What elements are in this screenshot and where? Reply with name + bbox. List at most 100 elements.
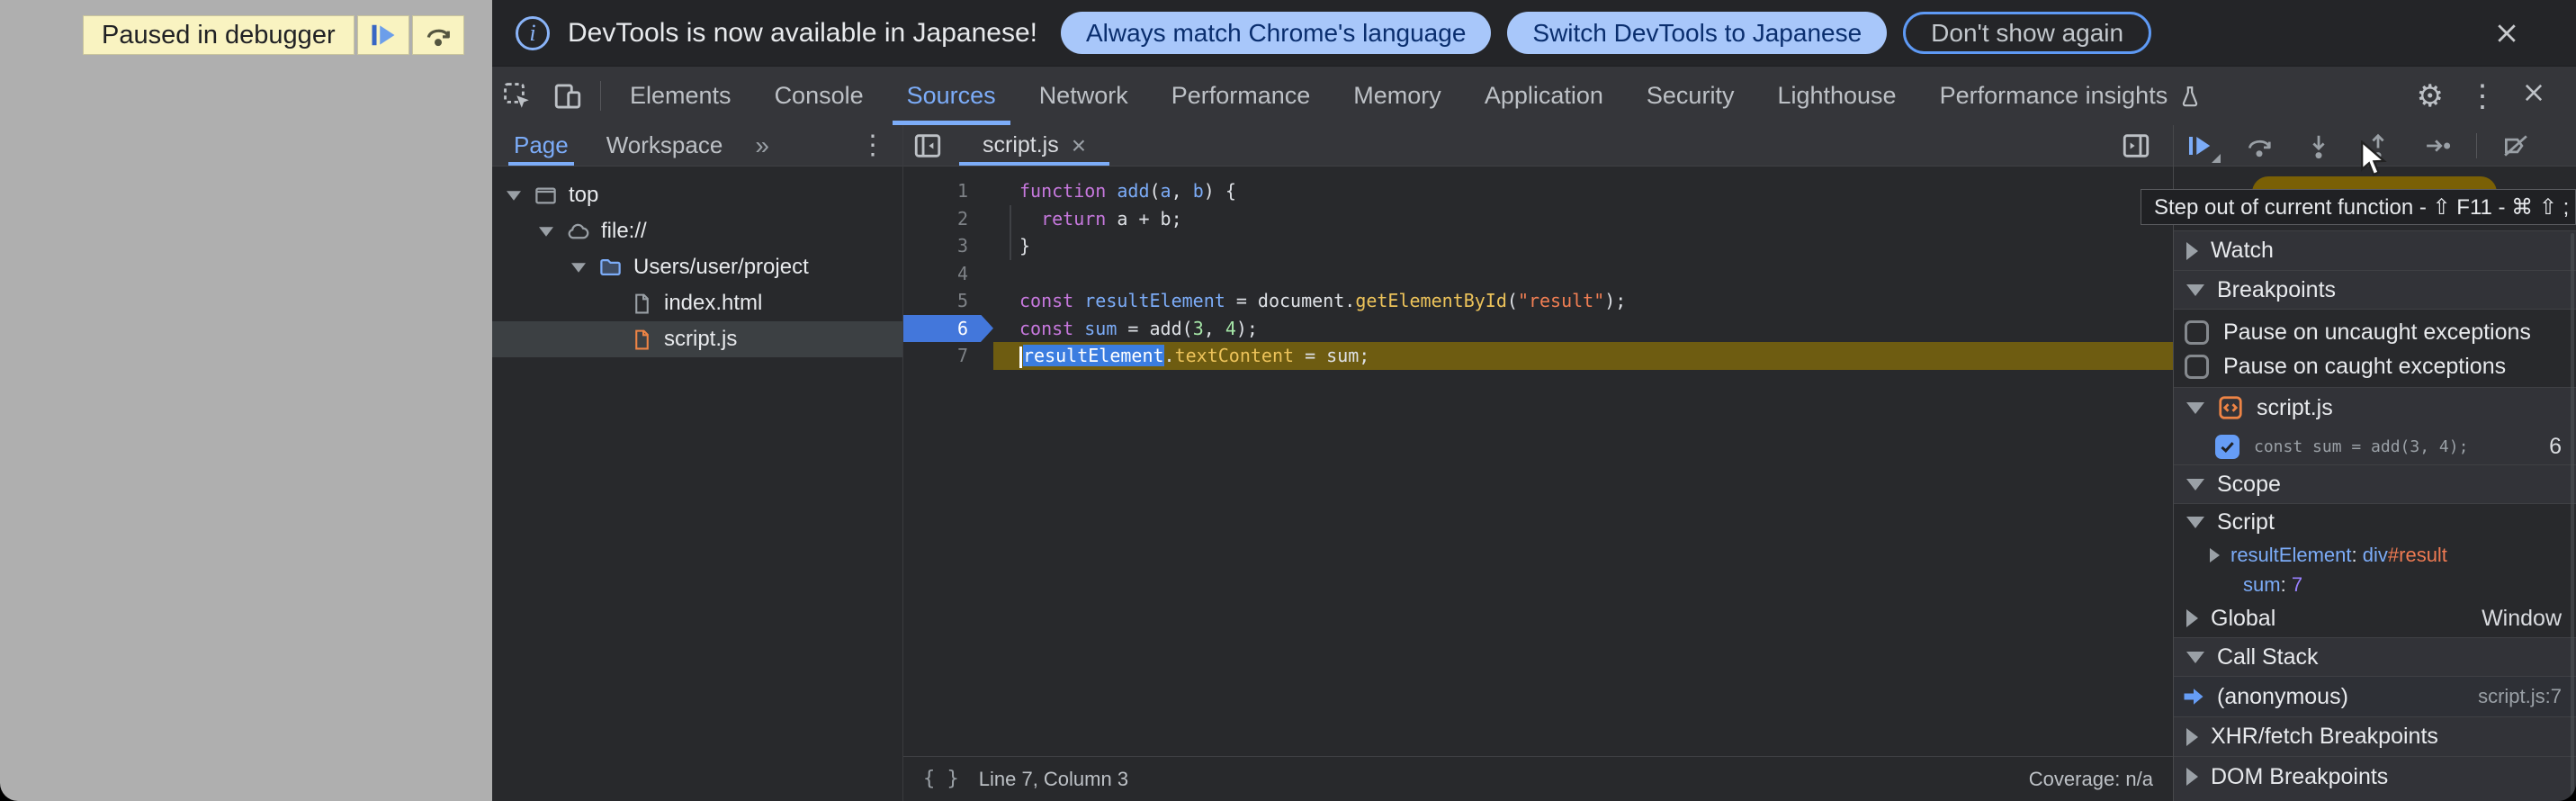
tab-application[interactable]: Application [1463, 67, 1625, 125]
resume-script-button[interactable] [2186, 132, 2213, 159]
scope-global-row[interactable]: Global Window [2174, 599, 2576, 637]
pause-uncaught-label: Pause on uncaught exceptions [2223, 320, 2531, 346]
folder-icon [598, 256, 623, 280]
watch-section-header[interactable]: Watch [2174, 230, 2576, 270]
code-token: a [1161, 180, 1171, 202]
tab-label: Security [1647, 82, 1735, 110]
debugger-sidebar: Watch Breakpoints Pause on uncaught exce… [2173, 125, 2576, 801]
switch-devtools-japanese-button[interactable]: Switch DevTools to Japanese [1507, 12, 1887, 54]
tab-console[interactable]: Console [753, 67, 885, 125]
device-toolbar-button[interactable] [543, 67, 593, 125]
dom-breakpoints-section-header[interactable]: DOM Breakpoints [2174, 756, 2576, 801]
scope-section-header[interactable]: Scope [2174, 464, 2576, 504]
chevron-down-icon [2186, 284, 2204, 296]
tab-label: Elements [630, 82, 732, 110]
indent-guide [1010, 205, 1011, 260]
scope-script-row[interactable]: Script [2174, 504, 2576, 540]
sidebar-scrollbar[interactable] [2571, 233, 2574, 796]
call-stack-section-header[interactable]: Call Stack [2174, 637, 2576, 677]
checkbox-unchecked[interactable] [2185, 355, 2209, 379]
infobar-close-button[interactable] [2493, 20, 2520, 47]
breakpoint-marker-line-6[interactable]: 6 [903, 315, 993, 343]
checkbox-unchecked[interactable] [2185, 320, 2209, 345]
code-line-text[interactable]: const resultElement = document.getElemen… [993, 287, 2173, 315]
navigator-more-menu-icon[interactable]: ⋮ [859, 130, 886, 161]
navigator-tab-page[interactable]: Page [508, 125, 574, 166]
code-editor[interactable]: 1function add(a, b) {2 return a + b;3}45… [903, 166, 2173, 756]
toggle-navigator-button[interactable] [912, 130, 943, 161]
code-token: sum [1084, 318, 1117, 339]
text-caret [1019, 346, 1022, 368]
variable-resultElement-row[interactable]: resultElement: div#result [2174, 540, 2576, 570]
line-number-7[interactable]: 7 [903, 342, 993, 370]
breakpoint-file-row[interactable]: script.js [2174, 388, 2576, 428]
tab-security[interactable]: Security [1625, 67, 1756, 125]
tab-sources[interactable]: Sources [885, 67, 1018, 125]
file-tab-scriptjs[interactable]: script.js × [956, 125, 1113, 166]
line-number-5[interactable]: 5 [903, 287, 993, 315]
variable-sum-row[interactable]: sum: 7 [2174, 570, 2576, 599]
devtools-close-button[interactable] [2509, 78, 2558, 113]
tab-memory[interactable]: Memory [1332, 67, 1463, 125]
tab-network[interactable]: Network [1018, 67, 1150, 125]
tree-item-file[interactable]: file:// [492, 213, 902, 249]
editor-pane: script.js × 1function add(a, b) {2 retur… [903, 125, 2173, 801]
divider [600, 81, 601, 111]
chevron-down-icon[interactable] [571, 263, 586, 272]
pause-caught-exceptions-row[interactable]: Pause on caught exceptions [2174, 349, 2576, 383]
inspect-element-button[interactable] [492, 67, 543, 125]
pause-uncaught-exceptions-row[interactable]: Pause on uncaught exceptions [2174, 315, 2576, 349]
line-number-1[interactable]: 1 [903, 177, 993, 205]
more-options-icon[interactable]: ⋮ [2455, 78, 2509, 114]
tree-item-users-user-project[interactable]: Users/user/project [492, 249, 902, 285]
breakpoints-section-header[interactable]: Breakpoints [2174, 270, 2576, 310]
tabbar-right-controls: ⚙ ⋮ [2390, 67, 2576, 125]
banner-resume-button[interactable] [357, 15, 409, 55]
chevron-down-icon[interactable] [539, 227, 553, 236]
banner-step-over-button[interactable] [412, 15, 464, 55]
navigator-tab-workspace[interactable]: Workspace [601, 125, 729, 166]
step-button[interactable] [2424, 132, 2451, 159]
settings-gear-icon[interactable]: ⚙ [2405, 78, 2455, 114]
tree-item-label: top [569, 183, 598, 208]
step-out-tooltip: Step out of current function - ⇧ F11 - ⌘… [2141, 189, 2576, 225]
code-line-text[interactable]: resultElement.textContent = sum; [993, 342, 2173, 370]
tab-performance[interactable]: Performance [1150, 67, 1333, 125]
code-token: . [1164, 345, 1175, 366]
navigator-overflow-chevrons[interactable]: » [755, 131, 769, 160]
line-number-3[interactable]: 3 [903, 232, 993, 260]
file-tab-close-icon[interactable]: × [1072, 131, 1086, 160]
code-line-text[interactable]: function add(a, b) { [993, 177, 2173, 205]
call-stack-frame-row[interactable]: (anonymous) script.js:7 [2174, 677, 2576, 716]
tab-elements[interactable]: Elements [608, 67, 753, 125]
deactivate-breakpoints-button[interactable] [2502, 132, 2529, 159]
tab-performance-insights[interactable]: Performance insights [1918, 67, 2224, 125]
tree-item-script-js[interactable]: script.js [492, 321, 902, 357]
code-token: , [1171, 180, 1193, 202]
global-value: Window [2482, 606, 2562, 632]
step-into-button[interactable] [2305, 132, 2332, 159]
checkbox-checked[interactable] [2215, 435, 2239, 459]
code-line-text[interactable]: return a + b; [993, 205, 2173, 233]
line-number-4[interactable]: 4 [903, 260, 993, 288]
coverage-status: Coverage: n/a [2029, 768, 2153, 791]
line-number-2[interactable]: 2 [903, 205, 993, 233]
pretty-print-icon[interactable]: { } [923, 768, 959, 790]
toggle-debugger-sidebar-button[interactable] [2121, 130, 2151, 161]
code-line-1: 1function add(a, b) { [903, 177, 2173, 205]
code-line-text[interactable] [993, 260, 2173, 288]
step-out-button[interactable] [2365, 132, 2392, 159]
breakpoint-entry[interactable]: const sum = add(3, 4); 6 [2174, 428, 2576, 465]
code-token: ( [1507, 290, 1518, 311]
xhr-breakpoints-section-header[interactable]: XHR/fetch Breakpoints [2174, 716, 2576, 756]
code-line-text[interactable]: const sum = add(3, 4); [993, 315, 2173, 343]
always-match-language-button[interactable]: Always match Chrome's language [1061, 12, 1491, 54]
close-icon [2493, 20, 2520, 47]
chevron-down-icon[interactable] [507, 191, 521, 200]
code-line-text[interactable]: } [993, 232, 2173, 260]
tree-item-top[interactable]: top [492, 177, 902, 213]
tree-item-index-html[interactable]: index.html [492, 285, 902, 321]
step-over-button[interactable] [2246, 132, 2273, 159]
dont-show-again-button[interactable]: Don't show again [1903, 12, 2151, 54]
tab-lighthouse[interactable]: Lighthouse [1755, 67, 1917, 125]
